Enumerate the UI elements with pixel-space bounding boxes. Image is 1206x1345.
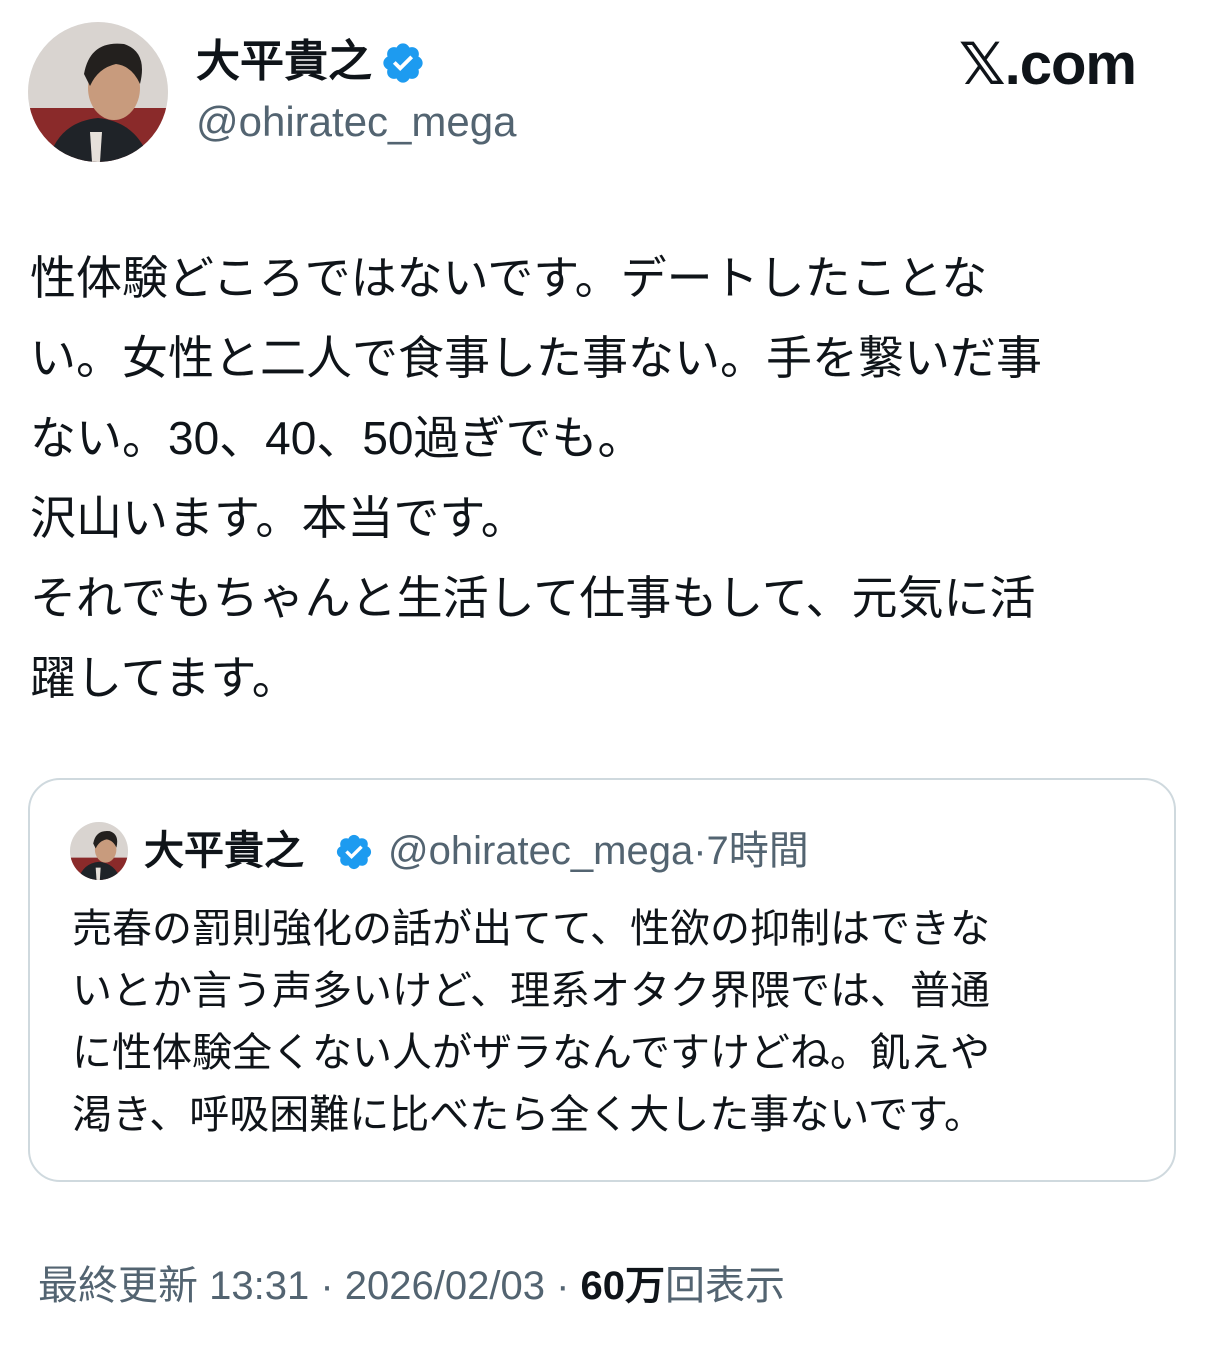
- author-display-name[interactable]: 大平貴之: [196, 34, 372, 90]
- tweet-text-line: それでもちゃんと生活して仕事もして、元気に活: [30, 572, 1036, 624]
- tweet-footer: 最終更新 13:31 · 2026/02/03 · 60万回表示: [38, 1258, 785, 1314]
- verified-badge-icon: [383, 43, 423, 83]
- author-avatar[interactable]: [28, 22, 168, 162]
- x-logo: 𝕏.com: [958, 32, 1137, 97]
- verified-badge-icon: [336, 834, 372, 870]
- user-avatar-photo-icon: [70, 822, 128, 880]
- quoted-text-line: 渇き、呼吸困難に比べたら全く大した事ないです。: [72, 1093, 984, 1137]
- footer-separator: ·: [544, 1264, 581, 1308]
- quoted-text-line: 売春の罰則強化の話が出てて、性欲の抑制はできな: [72, 907, 990, 951]
- tweet-text-line: い。女性と二人で食事した事ない。手を繋いだ事: [30, 332, 1042, 384]
- quoted-tweet-time[interactable]: 7時間: [707, 829, 809, 873]
- tweet-text-line: 性体験どころではないです。デートしたことな: [30, 252, 988, 304]
- quoted-text-line: いとか言う声多いけど、理系オタク界隈では、普通: [72, 969, 990, 1013]
- quoted-text-line: に性体験全くない人がザラなんですけどね。飢えや: [72, 1031, 990, 1075]
- views-count: 60万: [580, 1264, 666, 1308]
- tweet-text-line: 躍してます。: [30, 652, 298, 704]
- quoted-author-handle[interactable]: @ohiratec_mega: [388, 829, 693, 873]
- tweet-text: 性体験どころではないです。デートしたことな い。女性と二人で食事した事ない。手を…: [30, 238, 1170, 718]
- quoted-tweet-meta: @ohiratec_mega·7時間: [388, 826, 809, 876]
- last-updated-timestamp[interactable]: 最終更新 13:31 · 2026/02/03: [38, 1264, 545, 1308]
- quoted-tweet-text: 売春の罰則強化の話が出てて、性欲の抑制はできな いとか言う声多いけど、理系オタク…: [72, 898, 1142, 1146]
- quoted-author-display-name[interactable]: 大平貴之: [144, 826, 304, 876]
- author-handle[interactable]: @ohiratec_mega: [196, 96, 516, 148]
- quoted-author-avatar[interactable]: [70, 822, 128, 880]
- views-label: 回表示: [665, 1264, 785, 1308]
- quoted-tweet-card[interactable]: 大平貴之 @ohiratec_mega·7時間 売春の罰則強化の話が出てて、性欲…: [28, 778, 1176, 1182]
- tweet-text-line: 沢山います。本当です。: [30, 492, 527, 544]
- user-avatar-photo-icon: [28, 22, 168, 162]
- tweet-text-line: ない。30、40、50過ぎでも。: [30, 412, 644, 464]
- meta-separator: ·: [693, 829, 707, 873]
